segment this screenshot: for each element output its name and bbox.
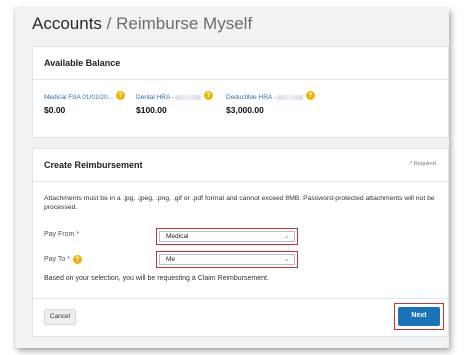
account-link-deductible-hra[interactable]: Deductible HRA - (226, 94, 276, 101)
chevron-down-icon: ⌄ (283, 234, 289, 240)
divider (33, 79, 448, 80)
question-circle-icon[interactable]: ? (73, 255, 83, 264)
pay-to-label: Pay To * ? (44, 255, 83, 264)
available-balance-title: Available Balance (44, 58, 121, 68)
required-asterisk: * (76, 231, 80, 238)
question-circle-icon[interactable]: ? (116, 91, 126, 100)
pay-from-label: Pay From * (44, 231, 79, 238)
breadcrumb-current: Reimburse Myself (116, 14, 253, 33)
required-note: * Required (410, 161, 436, 167)
breadcrumb-accounts[interactable]: Accounts (32, 14, 102, 33)
account-link-medical-fsa[interactable]: Medical FSA 01/01/20... (44, 94, 113, 101)
attachment-notice: Attachments must be in a .jpg, .jpeg, .p… (44, 195, 435, 211)
question-circle-icon[interactable]: ? (305, 91, 315, 100)
page-title: Accounts / Reimburse Myself (32, 14, 252, 34)
divider (33, 181, 448, 182)
account-amount: $100.00 (136, 105, 167, 115)
pay-from-highlight: Medical ⌄ (156, 228, 298, 245)
account-deductible-hra: Deductible HRA - ? $3,000.00 (226, 91, 315, 115)
create-reimbursement-card: Create Reimbursement * Required Attachme… (32, 148, 449, 337)
breadcrumb-separator: / (106, 14, 112, 33)
redacted-text (174, 95, 201, 100)
next-button-highlight: Next (394, 303, 444, 330)
pay-from-select[interactable]: Medical ⌄ (159, 231, 295, 242)
cancel-button[interactable]: Cancel (44, 309, 76, 325)
pay-to-label-text: Pay To (44, 256, 66, 263)
account-medical-fsa: Medical FSA 01/01/20... ? $0.00 (44, 91, 126, 115)
next-button[interactable]: Next (398, 307, 440, 326)
pay-to-value: Me (166, 256, 176, 263)
pay-from-value: Medical (166, 233, 189, 240)
question-circle-icon[interactable]: ? (203, 91, 213, 100)
chevron-down-icon: ⌄ (283, 257, 289, 263)
divider (33, 298, 448, 299)
app-frame: Accounts / Reimburse Myself Available Ba… (15, 8, 449, 348)
available-balance-card: Available Balance Medical FSA 01/01/20..… (32, 46, 449, 138)
pay-to-select[interactable]: Me ⌄ (159, 254, 295, 265)
pay-to-highlight: Me ⌄ (156, 251, 298, 268)
redacted-text (276, 95, 303, 100)
account-dental-hra: Dental HRA - ? $100.00 (136, 91, 213, 115)
account-link-dental-hra[interactable]: Dental HRA - (136, 94, 174, 101)
account-amount: $0.00 (44, 105, 66, 115)
required-asterisk: * (67, 256, 71, 263)
pay-from-label-text: Pay From (44, 231, 75, 238)
create-reimbursement-title: Create Reimbursement (44, 160, 143, 170)
selection-message: Based on your selection, you will be req… (44, 275, 269, 282)
account-amount: $3,000.00 (226, 105, 264, 115)
